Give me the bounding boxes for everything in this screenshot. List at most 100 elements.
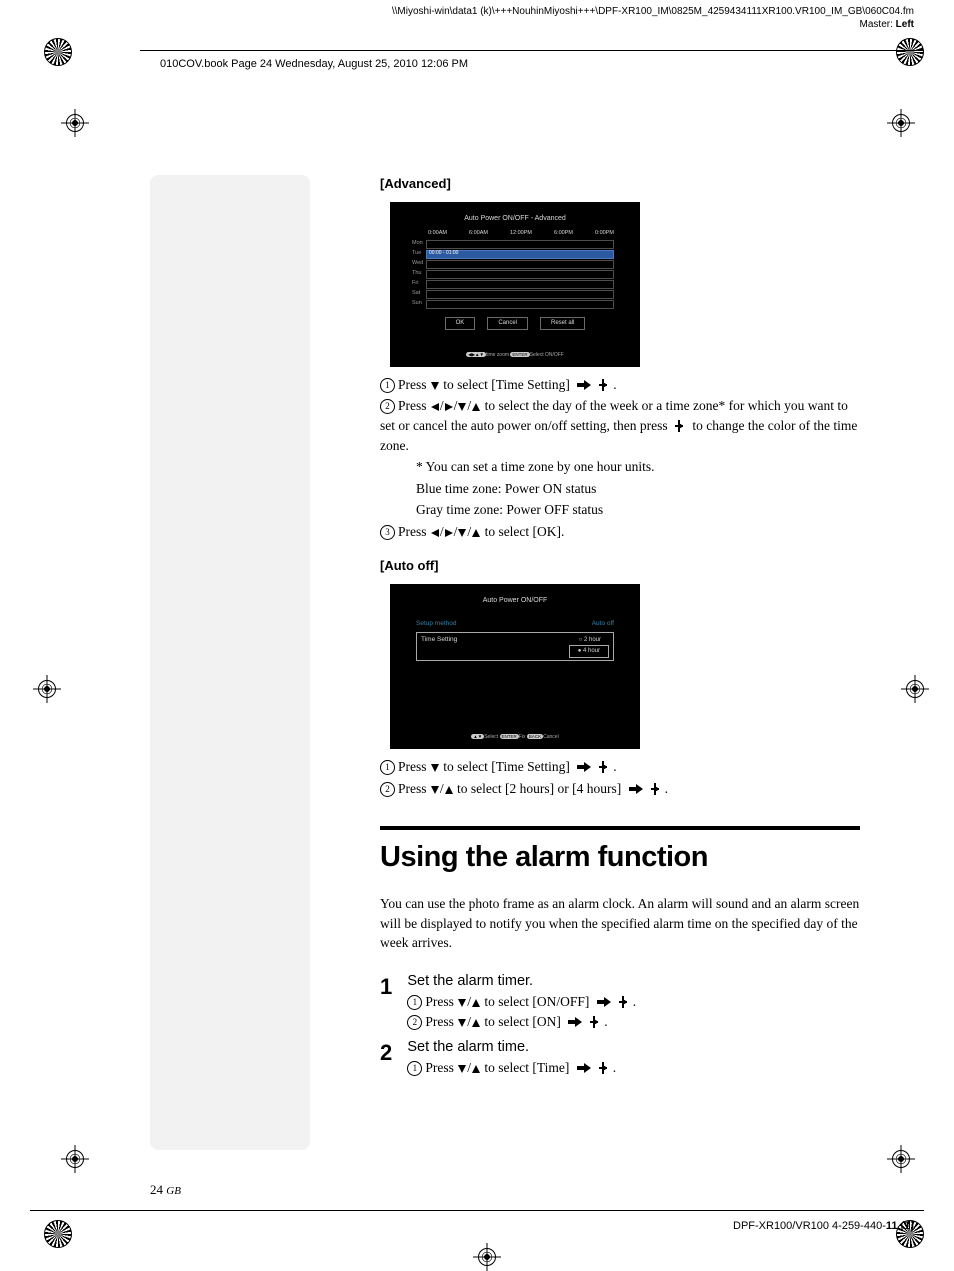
down-arrow-icon xyxy=(458,1065,466,1073)
numbered-step-1: 1 Set the alarm timer. 1Press / to selec… xyxy=(380,971,860,1031)
master-value: Left xyxy=(896,19,914,30)
advanced-label: [Advanced] xyxy=(380,175,860,194)
adv-note-3: Gray time zone: Power OFF status xyxy=(416,500,860,520)
left-arrow-icon xyxy=(431,403,439,411)
crop-mark xyxy=(38,680,56,698)
ss-reset: Reset all xyxy=(540,317,585,330)
ao-step-1: 1Press to select [Time Setting] . xyxy=(380,757,860,777)
down-arrow-icon xyxy=(458,529,466,537)
header-filepath: \\Miyoshi-win\data1 (k)\+++NouhinMiyoshi… xyxy=(392,6,914,30)
adv-note-1: * You can set a time zone by one hour un… xyxy=(416,457,860,477)
ss-footer: ◀▶▲▼time zoom ENTERSelect ON/OFF xyxy=(390,352,640,359)
crop-mark xyxy=(478,1248,496,1266)
registration-mark xyxy=(44,1220,72,1248)
then-arrow-icon xyxy=(577,762,591,772)
step-marker: 1 xyxy=(380,760,395,775)
autooff-label: [Auto off] xyxy=(380,557,860,576)
crop-mark xyxy=(66,1150,84,1168)
then-arrow-icon xyxy=(597,997,611,1007)
down-arrow-icon xyxy=(458,403,466,411)
then-arrow-icon xyxy=(577,1063,591,1073)
master-label: Master: xyxy=(860,19,893,30)
numbered-step-2: 2 Set the alarm time. 1Press / to select… xyxy=(380,1037,860,1078)
day-label: Sat xyxy=(412,290,426,298)
then-arrow-icon xyxy=(577,380,591,390)
section-rule xyxy=(380,826,860,830)
step-title: Set the alarm time. xyxy=(407,1039,529,1055)
header-rule xyxy=(140,50,924,51)
ss-ok: OK xyxy=(445,317,476,330)
day-label: Mon xyxy=(412,240,426,248)
time-label: 12:00PM xyxy=(510,230,532,238)
day-label: Wed xyxy=(412,260,426,268)
day-label: Fri xyxy=(412,280,426,288)
page-number: 24 GB xyxy=(150,1182,181,1198)
crop-mark xyxy=(892,1150,910,1168)
ss2-row-time: Time Setting ○ 2 hour ● 4 hour xyxy=(416,632,614,661)
step-marker: 3 xyxy=(380,525,395,540)
footer-rule xyxy=(30,1210,924,1211)
highlight-time: 00:00 - 01:00 xyxy=(429,250,458,257)
autooff-screenshot: Auto Power ON/OFF Setup method Auto off … xyxy=(390,584,640,749)
ss-time-axis: 0:00AM 6:00AM 12:00PM 6:00PM 0:00PM xyxy=(428,230,614,238)
big-step-number: 1 xyxy=(380,971,404,1003)
book-page-line: 010COV.book Page 24 Wednesday, August 25… xyxy=(160,58,468,70)
day-label: Tue xyxy=(412,250,426,258)
crop-mark xyxy=(906,680,924,698)
step-marker: 1 xyxy=(380,378,395,393)
ss2-row-setup: Setup method Auto off xyxy=(416,616,614,631)
sidebar-placeholder xyxy=(150,175,310,1150)
crop-mark xyxy=(66,114,84,132)
left-arrow-icon xyxy=(431,529,439,537)
adv-step-3: 3Press /// to select [OK]. xyxy=(380,522,860,542)
crop-mark xyxy=(892,114,910,132)
time-label: 6:00PM xyxy=(554,230,573,238)
enter-icon xyxy=(649,783,663,795)
ss-cancel: Cancel xyxy=(487,317,528,330)
file-path: \\Miyoshi-win\data1 (k)\+++NouhinMiyoshi… xyxy=(392,6,914,17)
up-arrow-icon xyxy=(472,1019,480,1027)
right-arrow-icon xyxy=(445,529,453,537)
step-marker: 1 xyxy=(407,995,422,1010)
up-arrow-icon xyxy=(472,529,480,537)
intro-paragraph: You can use the photo frame as an alarm … xyxy=(380,894,860,953)
main-content: [Advanced] Auto Power ON/OFF - Advanced … xyxy=(380,175,860,1084)
enter-icon xyxy=(597,379,611,391)
day-label: Thu xyxy=(412,270,426,278)
big-step-number: 2 xyxy=(380,1037,404,1069)
down-arrow-icon xyxy=(431,786,439,794)
step-marker: 2 xyxy=(380,782,395,797)
ss-footer: ▲▼Select ENTERFix BACKCancel xyxy=(390,734,640,741)
time-label: 0:00AM xyxy=(428,230,447,238)
then-arrow-icon xyxy=(568,1017,582,1027)
time-label: 0:00PM xyxy=(595,230,614,238)
enter-icon xyxy=(617,996,631,1008)
up-arrow-icon xyxy=(445,786,453,794)
day-label: Sun xyxy=(412,300,426,308)
right-arrow-icon xyxy=(445,403,453,411)
time-label: 6:00AM xyxy=(469,230,488,238)
down-arrow-icon xyxy=(431,764,439,772)
ss-buttons: OK Cancel Reset all xyxy=(398,317,632,330)
registration-mark xyxy=(44,38,72,66)
enter-icon xyxy=(673,420,687,432)
enter-icon xyxy=(597,1062,611,1074)
adv-step-1: 1Press to select [Time Setting] . xyxy=(380,375,860,395)
up-arrow-icon xyxy=(472,403,480,411)
step-marker: 2 xyxy=(407,1015,422,1030)
footer-text: DPF-XR100/VR100 4-259-440-11 (1) xyxy=(733,1220,914,1232)
ao-step-2: 2Press / to select [2 hours] or [4 hours… xyxy=(380,779,860,799)
ss-title: Auto Power ON/OFF - Advanced xyxy=(398,214,632,224)
adv-step-2: 2Press /// to select the day of the week… xyxy=(380,396,860,455)
enter-icon xyxy=(588,1016,602,1028)
step-marker: 2 xyxy=(380,399,395,414)
adv-note-2: Blue time zone: Power ON status xyxy=(416,479,860,499)
enter-icon xyxy=(597,761,611,773)
then-arrow-icon xyxy=(629,784,643,794)
step-marker: 1 xyxy=(407,1061,422,1076)
up-arrow-icon xyxy=(472,999,480,1007)
up-arrow-icon xyxy=(472,1065,480,1073)
down-arrow-icon xyxy=(458,1019,466,1027)
ss-title: Auto Power ON/OFF xyxy=(398,596,632,606)
section-heading: Using the alarm function xyxy=(380,836,860,878)
